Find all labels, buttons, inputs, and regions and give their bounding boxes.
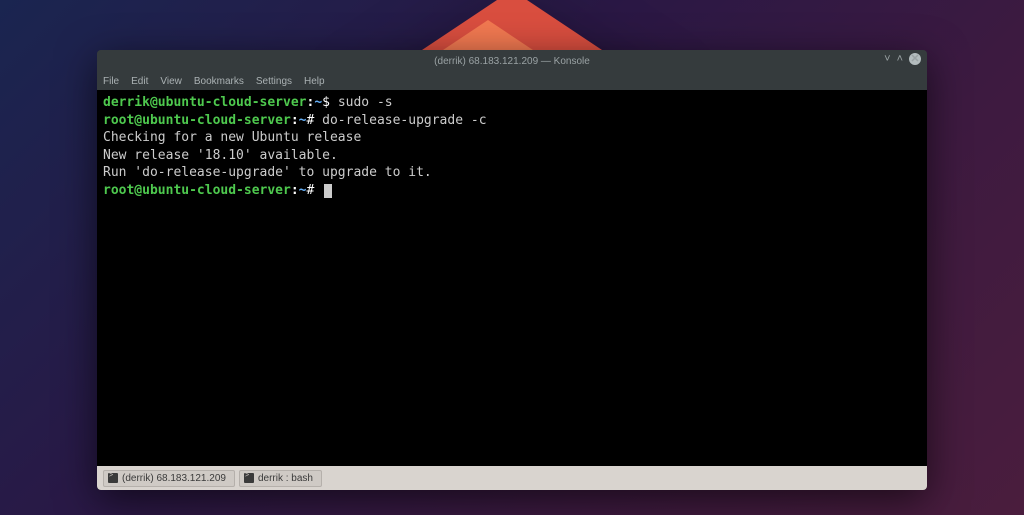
menu-file[interactable]: File [103, 76, 119, 87]
maximize-button[interactable]: ˄ [897, 54, 903, 65]
prompt-colon: : [291, 183, 299, 198]
terminal-line: Checking for a new Ubuntu release [103, 129, 921, 147]
window-title: (derrik) 68.183.121.209 — Konsole [434, 56, 590, 67]
minimize-button[interactable]: ˅ [884, 54, 890, 65]
terminal-line: New release '18.10' available. [103, 147, 921, 165]
terminal-icon [108, 473, 118, 483]
close-button[interactable]: ✕ [909, 53, 921, 65]
statusbar: (derrik) 68.183.121.209 derrik : bash [97, 466, 927, 490]
konsole-window: (derrik) 68.183.121.209 — Konsole ˅ ˄ ✕ … [97, 50, 927, 490]
prompt-path: ~ [299, 183, 307, 198]
terminal-line: Run 'do-release-upgrade' to upgrade to i… [103, 164, 921, 182]
menu-settings[interactable]: Settings [256, 76, 292, 87]
prompt-path: ~ [299, 113, 307, 128]
window-controls: ˅ ˄ ✕ [884, 53, 921, 65]
terminal-line: root@ubuntu-cloud-server:~# do-release-u… [103, 112, 921, 130]
prompt-colon: : [291, 113, 299, 128]
terminal-icon [244, 473, 254, 483]
menu-view[interactable]: View [160, 76, 182, 87]
tab-session-1[interactable]: (derrik) 68.183.121.209 [103, 470, 235, 487]
menu-edit[interactable]: Edit [131, 76, 148, 87]
menu-bookmarks[interactable]: Bookmarks [194, 76, 244, 87]
titlebar[interactable]: (derrik) 68.183.121.209 — Konsole ˅ ˄ ✕ [97, 50, 927, 72]
command-text: sudo -s [338, 95, 393, 110]
terminal-line: derrik@ubuntu-cloud-server:~$ sudo -s [103, 94, 921, 112]
terminal-line: root@ubuntu-cloud-server:~# [103, 182, 921, 200]
tab-label: derrik : bash [258, 473, 313, 484]
command-text: do-release-upgrade -c [322, 113, 486, 128]
prompt-symbol: # [307, 183, 323, 198]
menubar: File Edit View Bookmarks Settings Help [97, 72, 927, 90]
prompt-user: derrik@ubuntu-cloud-server [103, 95, 307, 110]
prompt-symbol: $ [322, 95, 338, 110]
prompt-user: root@ubuntu-cloud-server [103, 113, 291, 128]
cursor [324, 184, 332, 198]
tab-session-2[interactable]: derrik : bash [239, 470, 322, 487]
prompt-user: root@ubuntu-cloud-server [103, 183, 291, 198]
prompt-symbol: # [307, 113, 323, 128]
tab-label: (derrik) 68.183.121.209 [122, 473, 226, 484]
menu-help[interactable]: Help [304, 76, 325, 87]
terminal-output[interactable]: derrik@ubuntu-cloud-server:~$ sudo -s ro… [97, 90, 927, 466]
prompt-path: ~ [314, 95, 322, 110]
